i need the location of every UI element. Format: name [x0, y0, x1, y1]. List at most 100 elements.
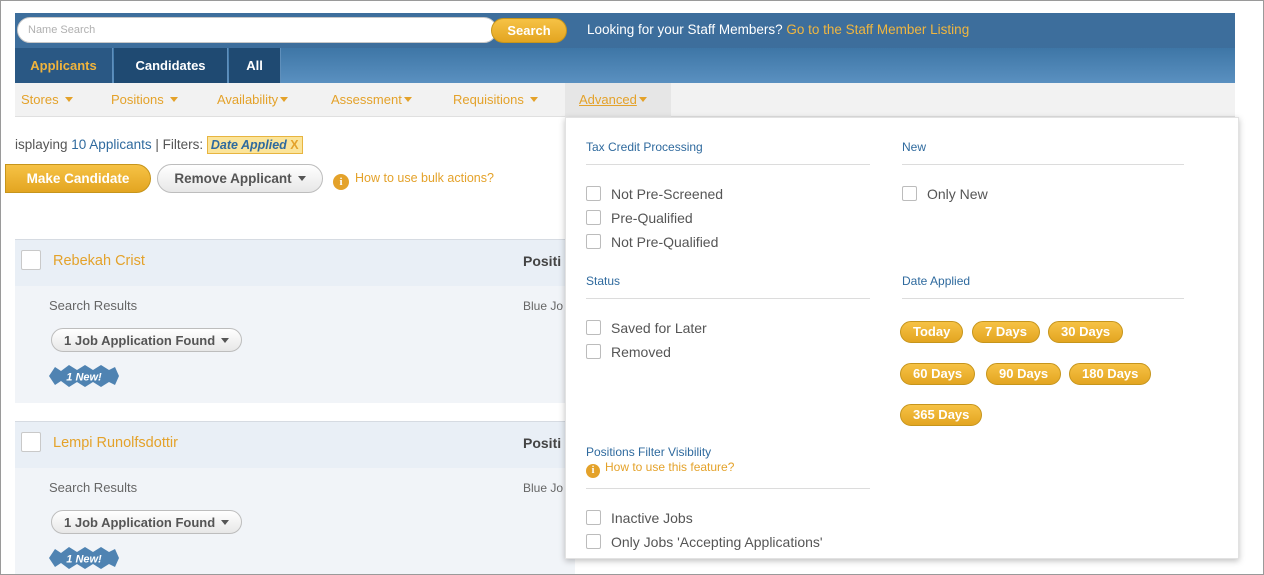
new-badge: 1 New!: [49, 547, 119, 569]
applicant-card: Rebekah Crist Positi Search Results Blue…: [15, 239, 575, 403]
search-button[interactable]: Search: [491, 18, 567, 43]
caret-down-icon: [169, 97, 178, 102]
filter-nav-bar: Stores Positions Availability Assessment…: [15, 83, 1235, 117]
tab-bar: Applicants Candidates All: [15, 48, 1235, 83]
job-applications-dropdown[interactable]: 1 Job Application Found: [51, 510, 243, 534]
caret-down-icon: [221, 519, 230, 525]
date-applied-title: Date Applied: [902, 274, 971, 288]
active-filter-label: Date Applied: [210, 138, 287, 152]
checkbox[interactable]: [586, 534, 601, 549]
displaying-prefix: isplaying: [15, 137, 72, 152]
applicant-select-checkbox[interactable]: [21, 250, 41, 270]
active-filter-tag[interactable]: Date Applied X: [206, 136, 303, 154]
option-accepting-applications[interactable]: Only Jobs 'Accepting Applications': [586, 534, 823, 550]
new-badge-label: 1 New!: [66, 372, 102, 384]
applicant-count-link[interactable]: 10 Applicants: [71, 137, 151, 152]
section-divider: [902, 298, 1184, 299]
section-divider: [586, 488, 870, 489]
filter-positions[interactable]: Positions: [111, 92, 178, 107]
option-label: Not Pre-Screened: [611, 186, 724, 202]
info-icon: i: [333, 174, 349, 190]
checkbox[interactable]: [586, 510, 601, 525]
staff-message-text: Looking for your Staff Members?: [587, 22, 787, 37]
applicant-card-header: Lempi Runolfsdottir Positi: [15, 422, 575, 468]
job-applications-label: 1 Job Application Found: [64, 332, 216, 348]
option-saved-for-later[interactable]: Saved for Later: [586, 320, 707, 336]
position-header: Positi: [523, 253, 562, 269]
position-header: Positi: [523, 435, 562, 451]
caret-down-icon: [529, 97, 538, 102]
name-search-input[interactable]: [17, 17, 497, 43]
feature-help-text: How to use this feature?: [605, 460, 735, 474]
option-removed[interactable]: Removed: [586, 344, 671, 360]
option-inactive-jobs[interactable]: Inactive Jobs: [586, 510, 693, 526]
caret-down-icon: [280, 97, 289, 102]
job-applications-label: 1 Job Application Found: [64, 514, 216, 530]
remove-applicant-button[interactable]: Remove Applicant: [157, 164, 323, 193]
applicant-select-checkbox[interactable]: [21, 432, 41, 452]
search-results-label: Search Results: [49, 480, 138, 495]
results-summary: isplaying 10 Applicants | Filters: Date …: [15, 136, 303, 154]
new-badge-label: 1 New!: [66, 554, 102, 566]
date-90-days-button[interactable]: 90 Days: [986, 363, 1062, 385]
checkbox[interactable]: [586, 344, 601, 359]
filter-stores[interactable]: Stores: [21, 92, 73, 107]
filter-requisitions[interactable]: Requisitions: [453, 92, 538, 107]
positions-visibility-title: Positions Filter Visibility: [586, 445, 712, 459]
checkbox[interactable]: [586, 320, 601, 335]
filter-requisitions-label: Requisitions: [453, 92, 524, 107]
option-not-pre-qualified[interactable]: Not Pre-Qualified: [586, 234, 718, 250]
option-label: Not Pre-Qualified: [611, 234, 719, 250]
date-today-button[interactable]: Today: [900, 321, 964, 343]
section-divider: [586, 298, 870, 299]
applicant-card: Lempi Runolfsdottir Positi Search Result…: [15, 421, 575, 574]
date-30-days-button[interactable]: 30 Days: [1048, 321, 1124, 343]
caret-down-icon: [221, 337, 230, 343]
filter-advanced[interactable]: Advanced: [565, 83, 671, 117]
caret-down-icon: [403, 97, 412, 102]
bulk-actions-help-link[interactable]: i How to use bulk actions?: [333, 171, 494, 190]
checkbox[interactable]: [586, 210, 601, 225]
tab-applicants[interactable]: Applicants: [15, 48, 113, 83]
applicant-name-link[interactable]: Rebekah Crist: [53, 253, 145, 269]
checkbox[interactable]: [586, 186, 601, 201]
option-pre-qualified[interactable]: Pre-Qualified: [586, 210, 693, 226]
date-365-days-button[interactable]: 365 Days: [900, 404, 983, 426]
option-label: Only Jobs 'Accepting Applications': [611, 534, 823, 550]
staff-members-message: Looking for your Staff Members? Go to th…: [587, 22, 969, 37]
checkbox[interactable]: [586, 234, 601, 249]
make-candidate-button[interactable]: Make Candidate: [5, 164, 151, 193]
remove-filter-icon[interactable]: X: [290, 138, 298, 152]
caret-down-icon: [297, 176, 306, 181]
filter-assessment[interactable]: Assessment: [331, 92, 412, 107]
job-applications-dropdown[interactable]: 1 Job Application Found: [51, 328, 243, 352]
top-search-bar: Search Looking for your Staff Members? G…: [15, 13, 1235, 48]
option-label: Removed: [611, 344, 671, 360]
date-180-days-button[interactable]: 180 Days: [1069, 363, 1152, 385]
option-label: Saved for Later: [611, 320, 707, 336]
filter-stores-label: Stores: [21, 92, 59, 107]
caret-down-icon: [638, 97, 647, 102]
search-results-label: Search Results: [49, 298, 138, 313]
filter-availability[interactable]: Availability: [217, 92, 289, 107]
info-icon: i: [586, 464, 600, 478]
feature-help-link[interactable]: i How to use this feature?: [586, 460, 734, 478]
tab-candidates[interactable]: Candidates: [114, 48, 228, 83]
advanced-filter-panel: Tax Credit Processing Not Pre-Screened P…: [565, 117, 1239, 559]
section-divider: [586, 164, 870, 165]
option-not-pre-screened[interactable]: Not Pre-Screened: [586, 186, 723, 202]
option-label: Only New: [927, 186, 988, 202]
app-window: Search Looking for your Staff Members? G…: [0, 0, 1264, 575]
applicant-name-link[interactable]: Lempi Runolfsdottir: [53, 435, 178, 451]
section-divider: [902, 164, 1184, 165]
date-7-days-button[interactable]: 7 Days: [972, 321, 1040, 343]
caret-down-icon: [64, 97, 73, 102]
new-title: New: [902, 140, 927, 154]
checkbox[interactable]: [902, 186, 917, 201]
option-only-new[interactable]: Only New: [902, 186, 988, 202]
bulk-actions-help-text: How to use bulk actions?: [355, 171, 494, 185]
new-badge: 1 New!: [49, 365, 119, 387]
tab-all[interactable]: All: [229, 48, 281, 83]
staff-listing-link[interactable]: Go to the Staff Member Listing: [786, 22, 969, 37]
date-60-days-button[interactable]: 60 Days: [900, 363, 976, 385]
